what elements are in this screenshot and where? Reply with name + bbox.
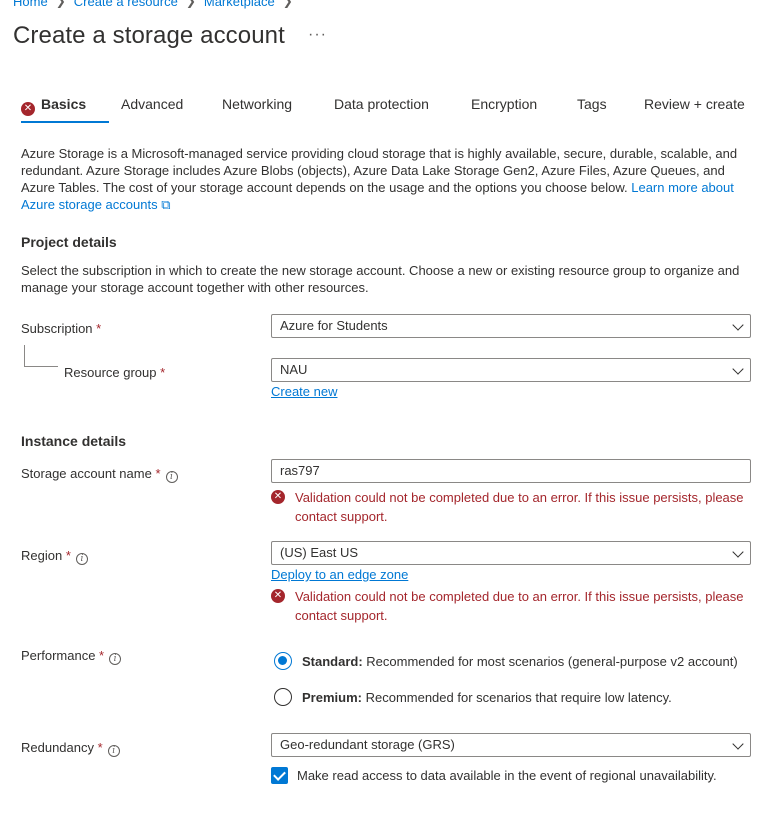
tree-connector: [24, 345, 58, 367]
tab-tags[interactable]: Tags: [577, 96, 607, 112]
region-value: (US) East US: [280, 545, 359, 560]
standard-description: Recommended for most scenarios (general-…: [366, 653, 738, 669]
chevron-down-icon: [732, 738, 744, 750]
breadcrumb-create-resource[interactable]: Create a resource: [74, 0, 178, 9]
validation-message: Validation could not be completed due to…: [295, 589, 744, 623]
breadcrumb-home[interactable]: Home: [13, 0, 48, 9]
chevron-down-icon: [732, 546, 744, 558]
tab-basics-label: Basics: [41, 96, 87, 112]
standard-title: Standard:: [302, 653, 363, 669]
resource-group-dropdown[interactable]: NAU: [271, 358, 751, 382]
chevron-down-icon: [732, 319, 744, 331]
storage-account-name-validation: ✕ Validation could not be completed due …: [271, 488, 751, 526]
error-circle-icon: ✕: [271, 490, 285, 504]
checkbox-checked-icon[interactable]: [271, 767, 288, 784]
redundancy-value: Geo-redundant storage (GRS): [280, 737, 455, 752]
premium-description: Recommended for scenarios that require l…: [365, 689, 672, 705]
subscription-dropdown[interactable]: Azure for Students: [271, 314, 751, 338]
redundancy-dropdown[interactable]: Geo-redundant storage (GRS): [271, 733, 751, 757]
error-circle-icon: ✕: [21, 102, 35, 116]
subscription-value: Azure for Students: [280, 318, 388, 333]
intro-text: Azure Storage is a Microsoft-managed ser…: [21, 146, 738, 195]
region-label: Region * i: [21, 548, 88, 565]
radio-unselected-icon[interactable]: [274, 688, 292, 706]
breadcrumb-separator-icon: ❯: [55, 0, 66, 8]
redundancy-label: Redundancy * i: [21, 740, 120, 757]
read-access-label: Make read access to data available in th…: [297, 768, 717, 783]
radio-selected-icon[interactable]: [274, 652, 292, 670]
create-new-resource-group-link[interactable]: Create new: [271, 384, 337, 399]
region-validation: ✕ Validation could not be completed due …: [271, 587, 751, 625]
tab-networking[interactable]: Networking: [222, 96, 292, 112]
validation-message: Validation could not be completed due to…: [295, 490, 744, 524]
intro-description: Azure Storage is a Microsoft-managed ser…: [21, 145, 741, 213]
more-options-icon[interactable]: ···: [308, 26, 327, 44]
external-link-icon: ⧉: [161, 197, 171, 212]
tab-encryption[interactable]: Encryption: [471, 96, 537, 112]
project-details-description: Select the subscription in which to crea…: [21, 263, 740, 295]
region-dropdown[interactable]: (US) East US: [271, 541, 751, 565]
info-icon[interactable]: i: [109, 653, 122, 665]
deploy-edge-zone-link[interactable]: Deploy to an edge zone: [271, 567, 408, 582]
info-icon[interactable]: i: [165, 471, 178, 483]
breadcrumb: Home ❯ Create a resource ❯ Marketplace ❯: [13, 0, 293, 9]
resource-group-value: NAU: [280, 362, 308, 377]
info-icon[interactable]: i: [75, 553, 88, 565]
page-title: Create a storage account: [13, 22, 285, 49]
performance-standard-option[interactable]: Standard: Recommended for most scenarios…: [274, 652, 738, 670]
subscription-label: Subscription *: [21, 321, 102, 336]
performance-premium-option[interactable]: Premium: Recommended for scenarios that …: [274, 688, 672, 706]
breadcrumb-separator-icon: ❯: [282, 0, 293, 8]
tab-advanced[interactable]: Advanced: [121, 96, 183, 112]
resource-group-label: Resource group *: [64, 365, 166, 380]
storage-account-name-label: Storage account name * i: [21, 466, 178, 483]
breadcrumb-marketplace[interactable]: Marketplace: [204, 0, 275, 9]
read-access-option[interactable]: Make read access to data available in th…: [271, 767, 717, 784]
tab-basics[interactable]: ✕ Basics: [21, 96, 86, 116]
chevron-down-icon: [732, 363, 744, 375]
tab-data-protection[interactable]: Data protection: [334, 96, 429, 112]
project-details-heading: Project details: [21, 234, 117, 250]
performance-label: Performance * i: [21, 648, 122, 665]
error-circle-icon: ✕: [271, 589, 285, 603]
active-tab-indicator: [21, 121, 109, 123]
instance-details-heading: Instance details: [21, 433, 127, 449]
breadcrumb-separator-icon: ❯: [185, 0, 196, 8]
premium-title: Premium:: [302, 689, 362, 705]
storage-account-name-input[interactable]: ras797: [271, 459, 751, 483]
tab-review-create[interactable]: Review + create: [644, 96, 745, 112]
info-icon[interactable]: i: [107, 745, 120, 757]
